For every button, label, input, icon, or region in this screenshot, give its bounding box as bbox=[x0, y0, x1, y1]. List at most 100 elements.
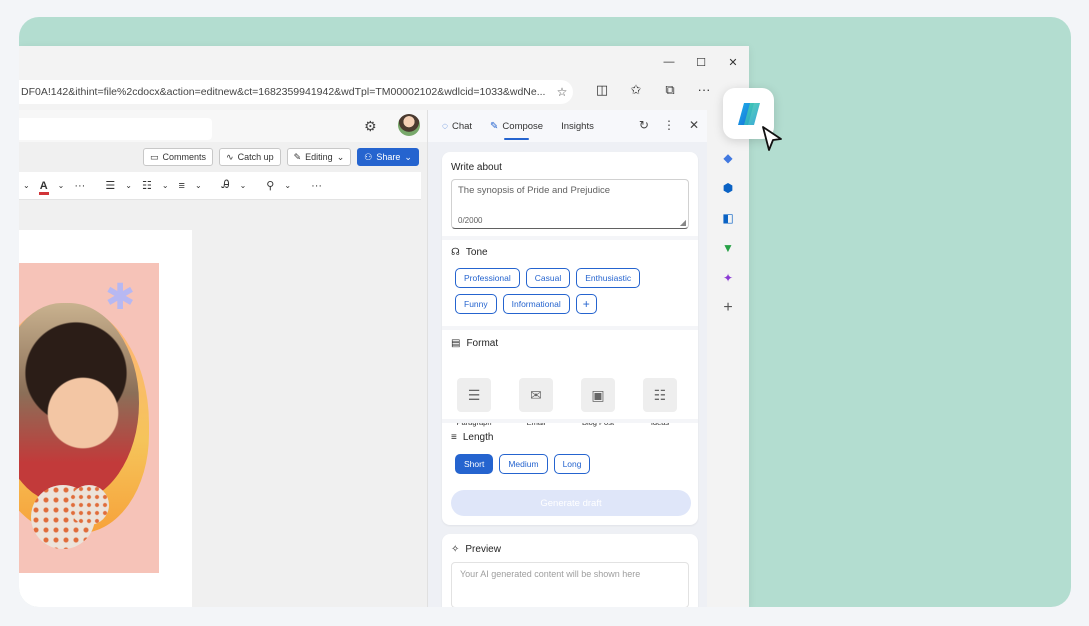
sidebar-office-icon[interactable]: ⬢ bbox=[720, 180, 736, 196]
numbering-icon[interactable]: ☷ bbox=[142, 179, 152, 192]
align-icon[interactable]: ≡ bbox=[179, 180, 185, 192]
tab-insights-label: Insights bbox=[561, 120, 594, 132]
length-medium-chip[interactable]: Medium bbox=[499, 454, 548, 474]
tone-options-row-1: Professional Casual Enthusiastic bbox=[455, 268, 641, 288]
tone-professional-chip[interactable]: Professional bbox=[455, 268, 520, 288]
tone-casual-chip[interactable]: Casual bbox=[525, 268, 571, 288]
split-screen-icon[interactable]: ◫ bbox=[585, 82, 619, 98]
find-icon[interactable]: ⚲ bbox=[266, 179, 274, 192]
chat-icon: ◌ bbox=[442, 120, 448, 132]
catch-up-button[interactable]: ∿ Catch up bbox=[219, 148, 281, 166]
character-counter: 0/2000 bbox=[458, 216, 483, 225]
sidebar-discover-icon[interactable]: ◆ bbox=[720, 150, 736, 166]
editing-button[interactable]: ✎ Editing ⌄ bbox=[286, 148, 352, 166]
resize-grip-icon[interactable]: ◢ bbox=[680, 218, 686, 227]
more-options-icon[interactable]: ··· bbox=[687, 82, 721, 98]
user-avatar[interactable] bbox=[398, 114, 420, 136]
chevron-down-icon: ⌄ bbox=[404, 151, 412, 162]
styles-icon[interactable]: Ꭿ bbox=[222, 179, 230, 192]
close-pane-icon[interactable]: ✕ bbox=[689, 118, 699, 132]
sidebar-outlook-icon[interactable]: ◧ bbox=[720, 210, 736, 226]
word-action-buttons: ▭ Comments ∿ Catch up ✎ Editing ⌄ ⚇ Shar… bbox=[143, 148, 419, 166]
length-heading: ≡ Length bbox=[451, 432, 493, 443]
address-bar[interactable]: DF0A!142&ithint=file%2cdocx&action=editn… bbox=[19, 80, 573, 104]
minimize-icon[interactable]: — bbox=[653, 54, 685, 70]
chevron-down-icon: ⌄ bbox=[336, 151, 345, 162]
tab-compose[interactable]: ✎ Compose bbox=[490, 120, 543, 140]
preview-output: Your AI generated content will be shown … bbox=[451, 562, 689, 607]
length-short-chip[interactable]: Short bbox=[455, 454, 494, 474]
sidebar-designer-icon[interactable]: ✦ bbox=[720, 270, 736, 286]
paragraph-icon: ☰ bbox=[457, 378, 491, 412]
document-illustration: ✱ bbox=[19, 263, 159, 573]
document-page[interactable]: ✱ bbox=[19, 230, 192, 607]
tab-chat[interactable]: ◌ Chat bbox=[442, 121, 472, 132]
word-editor: ⚙ ▭ Comments ∿ Catch up ✎ Editing ⌄ ⚇ Sh… bbox=[19, 110, 435, 607]
maximize-icon[interactable]: ☐ bbox=[685, 54, 717, 70]
share-label: Share bbox=[376, 152, 401, 162]
tone-options-row-2: Funny Informational + bbox=[455, 294, 597, 314]
compose-icon: ✎ bbox=[490, 120, 499, 132]
magic-wand-icon: ✧ bbox=[451, 544, 460, 555]
bullets-icon[interactable]: ☰ bbox=[105, 179, 115, 192]
pane-controls: ↻ ⋮ ✕ bbox=[639, 118, 699, 132]
pencil-icon: ✎ bbox=[293, 151, 302, 162]
add-favorite-icon[interactable]: ☆ bbox=[551, 85, 573, 99]
tone-funny-chip[interactable]: Funny bbox=[455, 294, 497, 314]
editing-label: Editing bbox=[305, 152, 333, 162]
window-controls: — ☐ ✕ bbox=[653, 54, 749, 70]
tone-label: Tone bbox=[465, 247, 488, 258]
email-icon: ✉ bbox=[519, 378, 553, 412]
add-tone-button[interactable]: + bbox=[575, 294, 597, 314]
more-vertical-icon[interactable]: ⋮ bbox=[663, 118, 675, 132]
chevron-down-icon[interactable]: ⌄ bbox=[23, 181, 30, 190]
tone-informational-chip[interactable]: Informational bbox=[502, 294, 570, 314]
chevron-down-icon[interactable]: ⌄ bbox=[195, 181, 202, 190]
refresh-icon[interactable]: ↻ bbox=[639, 118, 649, 132]
chevron-down-icon[interactable]: ⌄ bbox=[284, 181, 291, 190]
write-about-label: Write about bbox=[451, 162, 502, 173]
section-divider bbox=[442, 419, 698, 423]
tab-insights[interactable]: Insights bbox=[561, 121, 594, 132]
preview-label: Preview bbox=[465, 544, 501, 555]
share-button[interactable]: ⚇ Share ⌄ bbox=[357, 148, 419, 166]
chevron-down-icon[interactable]: ⌄ bbox=[125, 181, 132, 190]
settings-gear-icon[interactable]: ⚙ bbox=[364, 118, 377, 135]
section-divider bbox=[442, 236, 698, 240]
collections-icon[interactable]: ⧉ bbox=[653, 82, 687, 98]
preview-card: ✧ Preview Your AI generated content will… bbox=[442, 534, 698, 607]
word-header: ⚙ bbox=[19, 110, 427, 142]
flower-shape: ✱ bbox=[105, 276, 136, 317]
tone-heading: ☊ Tone bbox=[451, 247, 488, 258]
formatting-ribbon: ⌄ A ⌄ ··· ☰ ⌄ ☷ ⌄ ≡ ⌄ Ꭿ ⌄ ⚲ ⌄ ··· ⌄ bbox=[19, 172, 435, 200]
sidebar-add-icon[interactable]: + bbox=[720, 299, 736, 316]
pulse-icon: ∿ bbox=[226, 151, 234, 162]
favorites-icon[interactable]: ✩ bbox=[619, 82, 653, 98]
length-long-chip[interactable]: Long bbox=[553, 454, 591, 474]
compose-card: Write about The synopsis of Pride and Pr… bbox=[442, 152, 698, 525]
section-divider bbox=[442, 326, 698, 330]
generate-draft-button[interactable]: Generate draft bbox=[451, 490, 691, 516]
close-window-icon[interactable]: ✕ bbox=[717, 54, 749, 70]
chevron-down-icon[interactable]: ⌄ bbox=[58, 181, 65, 190]
comments-button[interactable]: ▭ Comments bbox=[143, 148, 214, 166]
length-icon: ≡ bbox=[451, 432, 457, 443]
chevron-down-icon[interactable]: ⌄ bbox=[240, 181, 247, 190]
word-search-box[interactable] bbox=[19, 118, 212, 140]
more-icon[interactable]: ··· bbox=[311, 180, 322, 192]
share-people-icon: ⚇ bbox=[364, 151, 373, 162]
more-icon[interactable]: ··· bbox=[74, 180, 85, 192]
sidebar-games-icon[interactable]: ▼ bbox=[720, 240, 736, 256]
chevron-down-icon[interactable]: ⌄ bbox=[162, 181, 169, 190]
blog-post-icon: ▣ bbox=[581, 378, 615, 412]
length-label: Length bbox=[462, 432, 494, 443]
format-label: Format bbox=[466, 338, 499, 349]
tone-enthusiastic-chip[interactable]: Enthusiastic bbox=[576, 268, 641, 288]
format-icon: ▤ bbox=[451, 338, 461, 349]
copilot-logo-icon bbox=[737, 102, 760, 125]
font-color-icon[interactable]: A bbox=[38, 180, 49, 195]
address-url[interactable]: DF0A!142&ithint=file%2cdocx&action=editn… bbox=[21, 86, 551, 98]
write-about-input[interactable]: The synopsis of Pride and Prejudice 0/20… bbox=[451, 179, 689, 229]
dotted-circle-shape bbox=[69, 485, 109, 525]
browser-window: — ☐ ✕ DF0A!142&ithint=file%2cdocx&action… bbox=[19, 46, 749, 607]
